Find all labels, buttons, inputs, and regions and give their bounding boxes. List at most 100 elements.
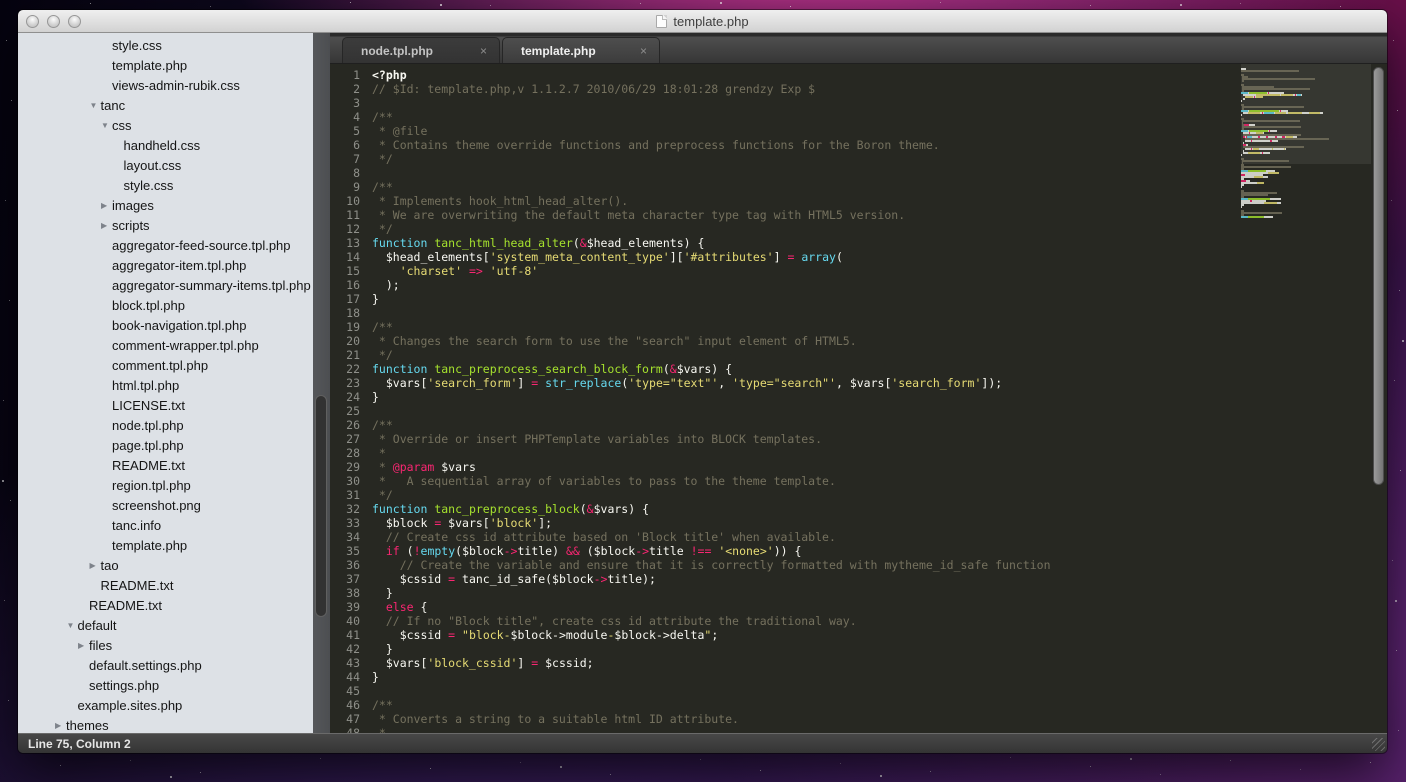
tree-file-layout.css[interactable]: layout.css [18, 155, 313, 175]
line-number[interactable]: 4 [330, 110, 360, 124]
close-button[interactable] [26, 15, 39, 28]
code-line[interactable]: 46/** [330, 698, 1241, 712]
code-line[interactable]: 41 $cssid = "block-$block->module-$block… [330, 628, 1241, 642]
line-number[interactable]: 1 [330, 68, 360, 82]
code-line[interactable]: 3 [330, 96, 1241, 110]
line-number[interactable]: 15 [330, 264, 360, 278]
line-number[interactable]: 12 [330, 222, 360, 236]
tab-template-php[interactable]: template.php × [502, 37, 660, 63]
tree-folder-images[interactable]: ▶images [18, 195, 313, 215]
code-line[interactable]: 47 * Converts a string to a suitable htm… [330, 712, 1241, 726]
tree-file-style.css[interactable]: style.css [18, 175, 313, 195]
editor-scrollbar-thumb[interactable] [1373, 67, 1384, 485]
code-line[interactable]: 32function tanc_preprocess_block(&$vars)… [330, 502, 1241, 516]
tree-folder-default[interactable]: ▼default [18, 615, 313, 635]
code-line[interactable]: 43 $vars['block_cssid'] = $cssid; [330, 656, 1241, 670]
code-line[interactable]: 38 } [330, 586, 1241, 600]
line-number[interactable]: 47 [330, 712, 360, 726]
disclosure-open-icon[interactable]: ▼ [90, 101, 101, 110]
line-number[interactable]: 42 [330, 642, 360, 656]
disclosure-closed-icon[interactable]: ▶ [101, 221, 112, 230]
line-number[interactable]: 31 [330, 488, 360, 502]
code-line[interactable]: 48 * [330, 726, 1241, 733]
tree-file-aggregator-summary-items.tpl.php[interactable]: aggregator-summary-items.tpl.php [18, 275, 313, 295]
code-line[interactable]: 14 $head_elements['system_meta_content_t… [330, 250, 1241, 264]
line-number[interactable]: 20 [330, 334, 360, 348]
tree-folder-scripts[interactable]: ▶scripts [18, 215, 313, 235]
line-number[interactable]: 28 [330, 446, 360, 460]
line-number[interactable]: 9 [330, 180, 360, 194]
tree-file-screenshot.png[interactable]: screenshot.png [18, 495, 313, 515]
tree-file-LICENSE.txt[interactable]: LICENSE.txt [18, 395, 313, 415]
tree-file-views-admin-rubik.css[interactable]: views-admin-rubik.css [18, 75, 313, 95]
line-number[interactable]: 16 [330, 278, 360, 292]
tab-close-icon[interactable]: × [476, 44, 491, 58]
line-number[interactable]: 7 [330, 152, 360, 166]
line-number[interactable]: 8 [330, 166, 360, 180]
code-line[interactable]: 40 // If no "Block title", create css id… [330, 614, 1241, 628]
tree-file-comment.tpl.php[interactable]: comment.tpl.php [18, 355, 313, 375]
line-number[interactable]: 39 [330, 600, 360, 614]
code-line[interactable]: 6 * Contains theme override functions an… [330, 138, 1241, 152]
code-line[interactable]: 11 * We are overwriting the default meta… [330, 208, 1241, 222]
tree-file-README.txt[interactable]: README.txt [18, 575, 313, 595]
code-line[interactable]: 8 [330, 166, 1241, 180]
line-number[interactable]: 30 [330, 474, 360, 488]
code-line[interactable]: 12 */ [330, 222, 1241, 236]
disclosure-open-icon[interactable]: ▼ [67, 621, 78, 630]
code-line[interactable]: 9/** [330, 180, 1241, 194]
tree-file-style.css[interactable]: style.css [18, 35, 313, 55]
minimap[interactable] [1241, 64, 1371, 733]
line-number[interactable]: 22 [330, 362, 360, 376]
disclosure-open-icon[interactable]: ▼ [101, 121, 112, 130]
tree-file-README.txt[interactable]: README.txt [18, 455, 313, 475]
code-line[interactable]: 22function tanc_preprocess_search_block_… [330, 362, 1241, 376]
line-number[interactable]: 13 [330, 236, 360, 250]
code-line[interactable]: 7 */ [330, 152, 1241, 166]
code-line[interactable]: 13function tanc_html_head_alter(&$head_e… [330, 236, 1241, 250]
tree-folder-css[interactable]: ▼css [18, 115, 313, 135]
line-number[interactable]: 46 [330, 698, 360, 712]
line-number[interactable]: 34 [330, 530, 360, 544]
code-line[interactable]: 33 $block = $vars['block']; [330, 516, 1241, 530]
resize-grip-icon[interactable] [1372, 738, 1385, 751]
line-number[interactable]: 6 [330, 138, 360, 152]
tree-file-example.sites.php[interactable]: example.sites.php [18, 695, 313, 715]
line-number[interactable]: 27 [330, 432, 360, 446]
code-line[interactable]: 31 */ [330, 488, 1241, 502]
file-tree[interactable]: style.csstemplate.phpviews-admin-rubik.c… [18, 33, 313, 733]
tree-folder-tanc[interactable]: ▼tanc [18, 95, 313, 115]
line-number[interactable]: 21 [330, 348, 360, 362]
line-number[interactable]: 26 [330, 418, 360, 432]
code-line[interactable]: 24} [330, 390, 1241, 404]
tree-file-default.settings.php[interactable]: default.settings.php [18, 655, 313, 675]
code-line[interactable]: 26/** [330, 418, 1241, 432]
tree-file-node.tpl.php[interactable]: node.tpl.php [18, 415, 313, 435]
line-number[interactable]: 29 [330, 460, 360, 474]
code-line[interactable]: 21 */ [330, 348, 1241, 362]
tree-file-html.tpl.php[interactable]: html.tpl.php [18, 375, 313, 395]
tab-close-icon[interactable]: × [636, 44, 651, 58]
code-line[interactable]: 28 * [330, 446, 1241, 460]
code-line[interactable]: 45 [330, 684, 1241, 698]
line-number[interactable]: 35 [330, 544, 360, 558]
tree-file-aggregator-item.tpl.php[interactable]: aggregator-item.tpl.php [18, 255, 313, 275]
code-line[interactable]: 25 [330, 404, 1241, 418]
code-line[interactable]: 42 } [330, 642, 1241, 656]
line-number[interactable]: 5 [330, 124, 360, 138]
code-line[interactable]: 36 // Create the variable and ensure tha… [330, 558, 1241, 572]
code-line[interactable]: 23 $vars['search_form'] = str_replace('t… [330, 376, 1241, 390]
disclosure-closed-icon[interactable]: ▶ [101, 201, 112, 210]
tab-node-tpl-php[interactable]: node.tpl.php × [342, 37, 500, 63]
code-line[interactable]: 30 * A sequential array of variables to … [330, 474, 1241, 488]
code-line[interactable]: 18 [330, 306, 1241, 320]
editor-scrollbar[interactable] [1371, 64, 1387, 733]
title-bar[interactable]: template.php [18, 10, 1387, 33]
tree-file-region.tpl.php[interactable]: region.tpl.php [18, 475, 313, 495]
line-number[interactable]: 38 [330, 586, 360, 600]
line-number[interactable]: 23 [330, 376, 360, 390]
line-number[interactable]: 32 [330, 502, 360, 516]
line-number[interactable]: 2 [330, 82, 360, 96]
disclosure-closed-icon[interactable]: ▶ [55, 721, 66, 730]
minimize-button[interactable] [47, 15, 60, 28]
